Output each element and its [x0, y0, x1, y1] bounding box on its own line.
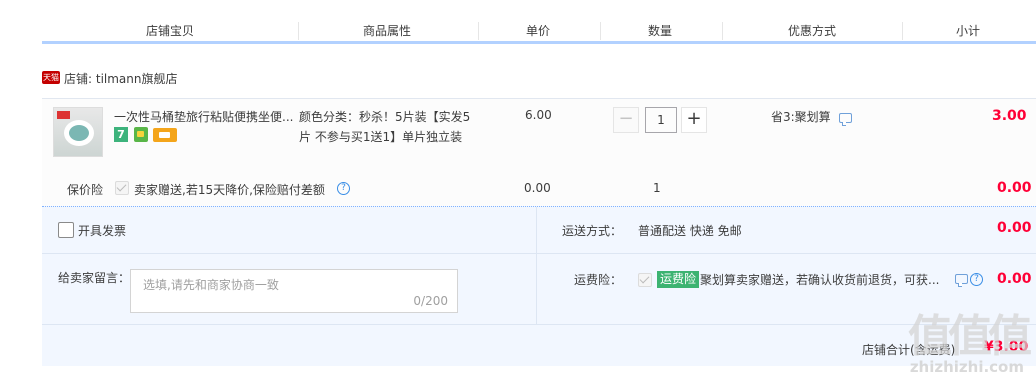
- message-char-count: 0/200: [413, 294, 448, 308]
- item-subtotal: 3.00: [992, 108, 1027, 124]
- quantity-decrease-button[interactable]: −: [613, 107, 639, 133]
- header-attributes: 商品属性: [362, 24, 411, 38]
- card-badge-icon[interactable]: [153, 128, 177, 142]
- insurance-label: 保价险: [67, 183, 104, 197]
- comment-icon[interactable]: [839, 113, 852, 126]
- product-title[interactable]: 一次性马桶垫旅行粘贴便携坐便...: [114, 108, 296, 125]
- extras-divider: [42, 253, 536, 254]
- quantity-input[interactable]: 1: [645, 107, 677, 133]
- insurance-text: 卖家赠送,若15天降价,保险赔付差额: [134, 183, 325, 197]
- header-quantity: 数量: [647, 24, 672, 38]
- invoice-checkbox[interactable]: [58, 222, 74, 238]
- header-unit-price: 单价: [525, 24, 550, 38]
- product-thumbnail[interactable]: [53, 107, 103, 157]
- header-divider: [478, 22, 479, 40]
- quantity-increase-button[interactable]: +: [681, 107, 707, 133]
- insurance-price: 0.00: [524, 181, 551, 195]
- shipping-method[interactable]: 普通配送 快递 免邮: [638, 222, 742, 239]
- seven-day-return-icon[interactable]: 7: [114, 127, 128, 142]
- freight-insurance-tag: 运费险: [657, 271, 700, 288]
- insurance-quantity: 1: [653, 181, 661, 195]
- freight-insurance-text: 聚划算卖家赠送，若确认收货前退货，可获...: [700, 273, 940, 287]
- product-attribute-line2: 片 不参与买1送1】单片独立装: [299, 130, 463, 144]
- order-item: 一次性马桶垫旅行粘贴便携坐便... 7 颜色分类：秒杀！5片装【实发5 片 不参…: [42, 98, 1036, 206]
- header-discount: 优惠方式: [787, 24, 836, 38]
- extras-divider: [537, 253, 1036, 254]
- column-header: 店铺宝贝 商品属性 单价 数量 优惠方式 小计: [42, 18, 1036, 44]
- message-label: 给卖家留言：: [58, 271, 131, 285]
- watermark: 值值值 zhizhizhi.com: [880, 300, 1032, 384]
- freight-insurance-checkbox: [638, 273, 652, 287]
- freight-insurance-help-icon[interactable]: ?: [970, 273, 983, 286]
- freight-insurance-subtotal: 0.00: [997, 271, 1032, 287]
- message-placeholder: 选填,请先和商家协商一致: [143, 278, 279, 292]
- discount-text: 省3:聚划算: [771, 110, 831, 124]
- toilet-seat-image: [64, 120, 94, 146]
- product-attribute-line1: 颜色分类：秒杀！5片装【实发5: [299, 110, 471, 124]
- insurance-checkbox: [115, 181, 129, 195]
- comment-icon[interactable]: [955, 274, 968, 287]
- header-shop-item: 店铺宝贝: [145, 24, 194, 38]
- watermark-url: zhizhizhi.com: [909, 358, 1024, 376]
- invoice-label[interactable]: 开具发票: [78, 222, 126, 239]
- insurance-help-icon[interactable]: ?: [337, 182, 350, 195]
- header-subtotal: 小计: [955, 24, 980, 38]
- cart-badge-icon[interactable]: [134, 127, 148, 142]
- shipping-label: 运送方式：: [562, 224, 623, 238]
- tmall-icon: 天猫: [42, 71, 60, 84]
- message-textarea[interactable]: 选填,请先和商家协商一致 0/200: [130, 269, 458, 313]
- unit-price: 6.00: [525, 108, 552, 122]
- shop-name[interactable]: 店铺: tilmann旗舰店: [64, 70, 178, 87]
- promo-tag-icon: [57, 111, 70, 119]
- freight-insurance-label: 运费险：: [574, 273, 623, 287]
- extras-divider: [536, 207, 537, 325]
- header-divider: [600, 22, 601, 40]
- insurance-subtotal: 0.00: [997, 180, 1032, 196]
- header-divider: [298, 22, 299, 40]
- header-divider: [902, 22, 903, 40]
- shipping-fee: 0.00: [997, 220, 1032, 236]
- header-divider: [722, 22, 723, 40]
- watermark-logo: 值值值: [908, 311, 1032, 362]
